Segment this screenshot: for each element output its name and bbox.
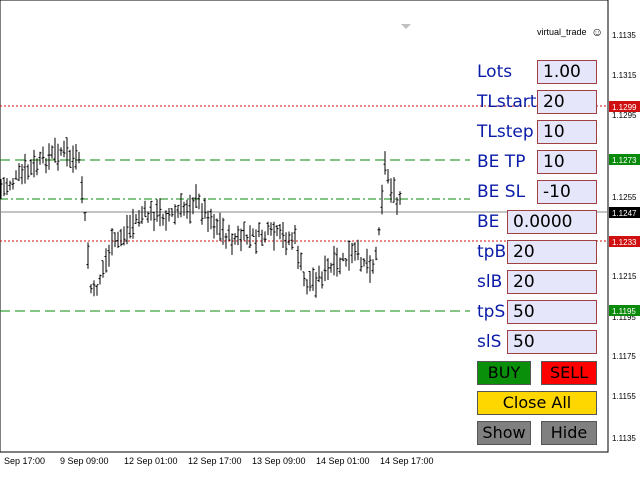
be-sl-field[interactable]: -10	[537, 180, 597, 204]
price-label: 1.1255	[612, 193, 637, 202]
tpb-field[interactable]: 20	[507, 240, 597, 264]
time-label: 14 Sep 01:00	[316, 456, 370, 466]
be-label: BE	[477, 212, 500, 232]
show-button[interactable]: Show	[477, 421, 531, 445]
price-label: 1.1315	[612, 71, 637, 80]
be-field[interactable]: 0.0000	[507, 210, 597, 234]
price-label: 1.1135	[612, 434, 636, 443]
tlstep-label: TLstep	[477, 122, 534, 142]
tps-label: tpS	[477, 302, 506, 322]
tpb-label: tpB	[477, 242, 507, 262]
price-tag-text: 1.1233	[612, 238, 637, 247]
tlstart-field[interactable]: 20	[537, 90, 597, 114]
time-label: 12 Sep 17:00	[188, 456, 242, 466]
time-label: 14 Sep 17:00	[380, 456, 434, 466]
tlstep-field[interactable]: 10	[537, 120, 597, 144]
slb-field[interactable]: 20	[507, 270, 597, 294]
slb-label: slB	[477, 272, 503, 292]
price-label: 1.1175	[612, 352, 636, 361]
ea-name: virtual_trade	[537, 27, 587, 37]
tps-field[interactable]: 50	[507, 300, 597, 324]
sell-button[interactable]: SELL	[541, 361, 597, 385]
sls-label: slS	[477, 332, 502, 352]
be-sl-label: BE SL	[477, 182, 526, 202]
close-all-button[interactable]: Close All	[477, 391, 597, 415]
price-tag-text: 1.1195	[612, 307, 636, 316]
price-tag-text: 1.1273	[612, 156, 637, 165]
buy-button[interactable]: BUY	[477, 361, 531, 385]
price-label: 1.1215	[612, 272, 637, 281]
time-label: Sep 17:00	[4, 456, 45, 466]
sls-field[interactable]: 50	[507, 330, 597, 354]
price-label: 1.1135	[612, 31, 636, 40]
be-tp-field[interactable]: 10	[537, 150, 597, 174]
time-label: 13 Sep 09:00	[252, 456, 306, 466]
price-label: 1.1155	[612, 392, 636, 401]
price-tag-text: 1.1247	[612, 209, 637, 218]
hide-button[interactable]: Hide	[541, 421, 597, 445]
be-tp-label: BE TP	[477, 152, 526, 172]
time-label: 12 Sep 01:00	[124, 456, 178, 466]
smiley-icon: ☺	[591, 25, 604, 39]
price-tag-text: 1.1299	[612, 103, 637, 112]
tlstart-label: TLstart	[477, 92, 537, 112]
price-label: 1.1295	[612, 111, 637, 120]
lots-label: Lots	[477, 62, 513, 82]
lots-field[interactable]: 1.00	[537, 60, 597, 84]
time-label: 9 Sep 09:00	[60, 456, 109, 466]
